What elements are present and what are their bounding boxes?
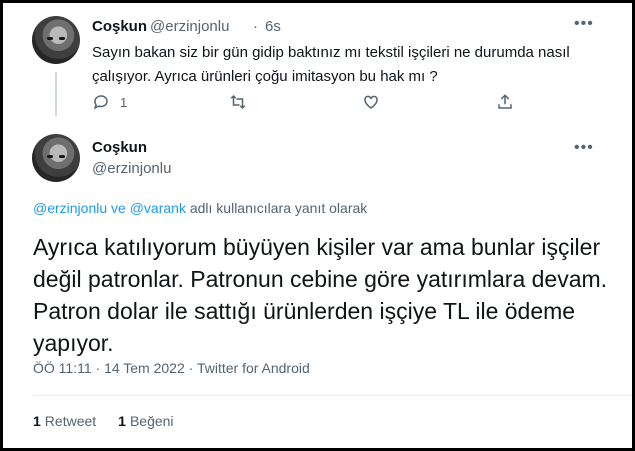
tweet-screenshot-frame: Coşkun @erzinjonlu · 6s ••• Sayın bakan … <box>0 0 635 451</box>
like-label: Beğeni <box>129 413 174 429</box>
reply-count: 1 <box>120 94 128 110</box>
retweet-count: 1 <box>33 413 41 429</box>
parent-time[interactable]: 6s <box>265 18 281 35</box>
reply-connector: ve <box>107 200 130 216</box>
parent-separator: · <box>253 18 258 35</box>
divider <box>33 395 632 396</box>
like-count: 1 <box>118 413 126 429</box>
main-tweet-text: Ayrıca katılıyorum büyüyen kişiler var a… <box>33 234 608 356</box>
parent-avatar[interactable] <box>32 16 80 64</box>
mention-link[interactable]: @erzinjonlu <box>33 200 107 216</box>
parent-author-name[interactable]: Coşkun <box>92 18 147 35</box>
tweet-timestamp[interactable]: ÖÖ 11:11 · 14 Tem 2022 · Twitter for And… <box>33 360 310 376</box>
reply-button[interactable]: 1 <box>92 93 127 111</box>
retweet-stat[interactable]: 1 Retweet <box>33 413 96 429</box>
mention-link[interactable]: @varank <box>130 200 186 216</box>
retweet-label: Retweet <box>44 413 97 429</box>
main-author-handle[interactable]: @erzinjonlu <box>92 160 171 177</box>
more-icon[interactable]: ••• <box>574 16 594 32</box>
like-button[interactable] <box>362 93 380 111</box>
reply-to-line: @erzinjonlu ve @varank adlı kullanıcılar… <box>33 200 367 216</box>
reply-to-suffix: adlı kullanıcılara yanıt olarak <box>185 200 368 216</box>
main-author-name[interactable]: Coşkun <box>92 139 147 156</box>
engagement-stats: 1 Retweet 1 Beğeni <box>33 413 174 429</box>
parent-author-handle[interactable]: @erzinjonlu <box>150 18 229 35</box>
like-icon <box>364 95 378 109</box>
retweet-icon <box>230 94 246 110</box>
parent-tweet-text: Sayın bakan siz bir gün gidip baktınız m… <box>92 44 570 85</box>
reply-icon <box>93 95 108 110</box>
retweet-button[interactable] <box>229 93 247 111</box>
like-stat[interactable]: 1 Beğeni <box>118 413 173 429</box>
main-avatar[interactable] <box>32 134 80 182</box>
share-button[interactable] <box>496 93 514 111</box>
share-icon <box>498 94 512 109</box>
more-icon[interactable]: ••• <box>574 140 594 156</box>
thread-line <box>55 72 57 116</box>
